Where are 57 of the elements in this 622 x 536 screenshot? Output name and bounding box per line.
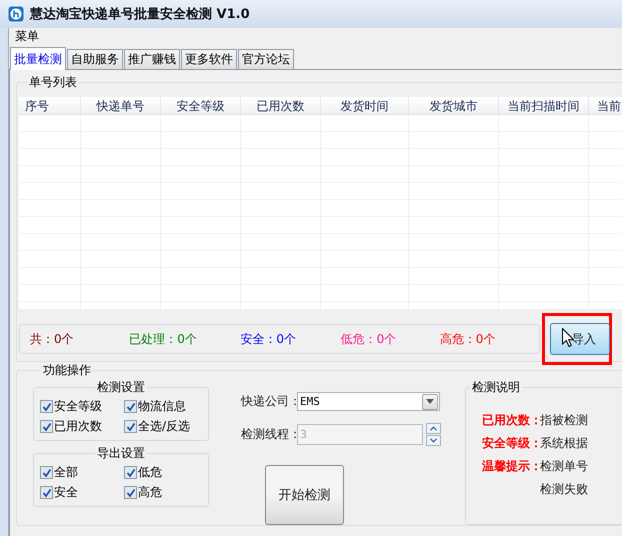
checkbox[interactable] — [40, 486, 53, 499]
spin-down-icon[interactable] — [426, 435, 441, 446]
start-button[interactable]: 开始检测 — [265, 465, 344, 525]
tab[interactable]: 官方论坛 — [238, 49, 294, 69]
group-title: 检测说明 — [471, 379, 521, 396]
note-term: 已用次数： — [482, 412, 540, 429]
tab[interactable]: 推广赚钱 — [124, 49, 180, 69]
checkbox-label: 全部 — [54, 464, 78, 481]
field-label: 检测线程： — [241, 426, 297, 443]
note-text: 指被检测 — [540, 412, 588, 429]
column-header[interactable]: 安全等级 — [161, 97, 241, 115]
checkbox[interactable] — [124, 486, 137, 499]
note-term: 安全等级： — [482, 435, 540, 452]
checkbox[interactable] — [124, 420, 137, 433]
checkbox-label: 低危 — [138, 464, 162, 481]
mouse-cursor-icon — [562, 328, 574, 347]
checkbox[interactable] — [40, 420, 53, 433]
group-title: 功能操作 — [42, 362, 92, 379]
column-header[interactable]: 序号 — [19, 97, 81, 115]
tab[interactable]: 批量检测 — [10, 47, 66, 70]
checkbox-label: 安全等级 — [54, 398, 102, 415]
stat-text: 高危：0个 — [440, 330, 496, 348]
checkbox-label: 高危 — [138, 484, 162, 501]
note-text: 检测失败 — [540, 481, 588, 498]
column-header[interactable]: 发货时间 — [321, 97, 409, 115]
checkbox[interactable] — [40, 400, 53, 413]
field-label: 快递公司： — [241, 393, 297, 410]
note-text: 检测单号 — [540, 458, 588, 475]
note-text: 系统根据 — [540, 435, 588, 452]
column-header[interactable]: 发货城市 — [409, 97, 499, 115]
checkbox-label: 已用次数 — [54, 418, 102, 435]
stat-text: 共：0个 — [30, 330, 75, 348]
group-title: 导出设置 — [96, 445, 146, 462]
stat-text: 安全：0个 — [240, 330, 297, 348]
column-header[interactable]: 当前扫描时间 — [499, 97, 589, 115]
checkbox[interactable] — [124, 466, 137, 479]
tab[interactable]: 自助服务 — [67, 49, 123, 69]
column-header[interactable]: 已用次数 — [241, 97, 321, 115]
checkbox-label: 物流信息 — [138, 398, 186, 415]
group-title: 检测设置 — [96, 379, 146, 396]
checkbox[interactable] — [40, 466, 53, 479]
spin-up-icon[interactable] — [426, 423, 441, 434]
checkbox-label: 安全 — [54, 484, 78, 501]
app-logo-icon — [8, 6, 24, 22]
menu-item[interactable]: 菜单 — [15, 28, 39, 44]
window-title: 慧达淘宝快递单号批量安全检测 V1.0 — [30, 6, 250, 23]
import-button[interactable]: 导入 — [550, 323, 610, 355]
stat-text: 已处理：0个 — [129, 330, 198, 348]
tab[interactable]: 更多软件 — [181, 49, 237, 69]
column-header[interactable]: 快递单号 — [81, 97, 161, 115]
checkbox[interactable] — [124, 400, 137, 413]
courier-dropdown[interactable]: EMS — [297, 392, 440, 411]
note-term: 温馨提示： — [482, 458, 540, 475]
checkbox-label: 全选/反选 — [138, 418, 190, 435]
group-title: 单号列表 — [28, 74, 78, 91]
stat-text: 低危：0个 — [340, 330, 398, 348]
column-header[interactable]: 当前 — [589, 97, 622, 115]
